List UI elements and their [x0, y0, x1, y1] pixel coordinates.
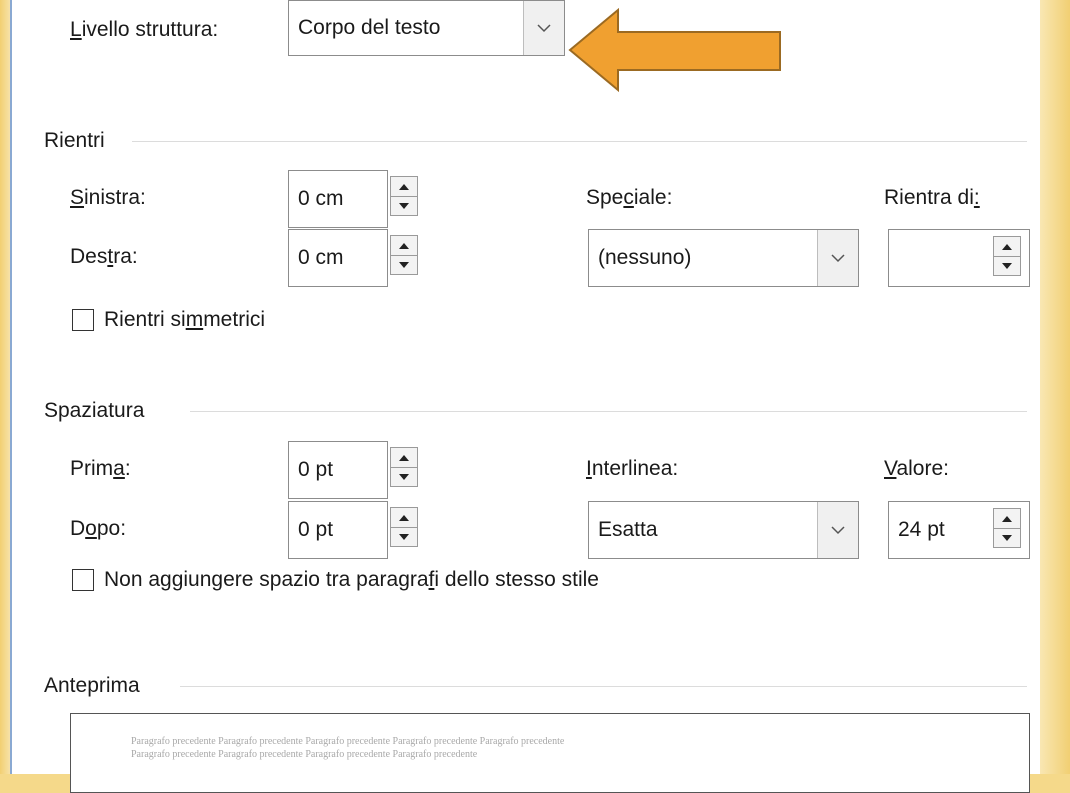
indent-left-input[interactable]: 0 cm — [288, 170, 388, 228]
outline-level-label: Livello struttura: — [70, 18, 219, 41]
spacing-at-input[interactable]: 24 pt — [888, 501, 1030, 559]
preview-line-1: Paragrafo precedente Paragrafo precedent… — [131, 736, 565, 747]
spin-down-icon[interactable] — [994, 256, 1020, 275]
spacing-after-input[interactable]: 0 pt — [288, 501, 388, 559]
spacing-before-label: Prima: — [70, 457, 131, 480]
indent-left-value: 0 cm — [298, 187, 344, 210]
indent-separator — [132, 141, 1027, 142]
spin-up-icon[interactable] — [391, 448, 417, 468]
special-value: (nessuno) — [598, 246, 692, 269]
spacing-separator — [190, 411, 1027, 412]
spacing-after-spinner[interactable] — [390, 507, 418, 547]
spin-down-icon[interactable] — [391, 255, 417, 274]
indent-right-input[interactable]: 0 cm — [288, 229, 388, 287]
spacing-section-title: Spaziatura — [44, 399, 145, 422]
chevron-down-icon — [831, 526, 845, 535]
indent-by-label: Rientra di: — [884, 186, 980, 209]
dont-add-space-checkbox[interactable] — [72, 569, 94, 591]
spin-up-icon[interactable] — [391, 236, 417, 256]
spin-up-icon[interactable] — [994, 509, 1020, 529]
indent-right-label: Destra: — [70, 245, 138, 268]
line-spacing-dropdown[interactable]: Esatta — [588, 501, 859, 559]
indent-section-title: Rientri — [44, 129, 105, 152]
preview-box: Paragrafo precedente Paragrafo precedent… — [70, 713, 1030, 793]
spacing-before-value: 0 pt — [298, 458, 334, 481]
indent-by-input[interactable] — [888, 229, 1030, 287]
mirror-indents-checkbox[interactable] — [72, 309, 94, 331]
indent-right-value: 0 cm — [298, 246, 344, 269]
paragraph-dialog: Livello struttura: Corpo del testo Rient… — [10, 0, 1040, 793]
preview-section-title: Anteprima — [44, 674, 140, 697]
spacing-before-input[interactable]: 0 pt — [288, 441, 388, 499]
line-spacing-value: Esatta — [598, 518, 658, 541]
spacing-after-value: 0 pt — [298, 518, 334, 541]
spacing-at-spinner[interactable] — [993, 508, 1021, 548]
spacing-at-label: Valore: — [884, 457, 949, 480]
indent-left-spinner[interactable] — [390, 176, 418, 216]
indent-right-spinner[interactable] — [390, 235, 418, 275]
spin-down-icon[interactable] — [391, 527, 417, 546]
outline-level-value: Corpo del testo — [298, 16, 441, 39]
spin-up-icon[interactable] — [994, 237, 1020, 257]
dont-add-space-label[interactable]: Non aggiungere spazio tra paragrafi dell… — [104, 567, 599, 593]
spin-down-icon[interactable] — [391, 196, 417, 215]
outline-level-dropdown[interactable]: Corpo del testo — [288, 0, 565, 56]
spacing-after-label: Dopo: — [70, 517, 127, 540]
mirror-indents-label[interactable]: Rientri simmetrici — [104, 307, 265, 333]
spacing-at-value: 24 pt — [898, 518, 945, 541]
background-left — [0, 0, 10, 774]
chevron-down-icon — [537, 24, 551, 33]
line-spacing-dropdown-button[interactable] — [817, 502, 858, 558]
spin-down-icon[interactable] — [391, 467, 417, 486]
arrow-pointer-icon — [568, 8, 781, 93]
preview-line-2: Paragrafo precedente Paragrafo precedent… — [131, 749, 478, 760]
indent-by-spinner[interactable] — [993, 236, 1021, 276]
preview-separator — [180, 686, 1027, 687]
indent-left-label: Sinistra: — [70, 186, 146, 209]
spin-up-icon[interactable] — [391, 508, 417, 528]
chevron-down-icon — [831, 254, 845, 263]
special-dropdown[interactable]: (nessuno) — [588, 229, 859, 287]
spacing-before-spinner[interactable] — [390, 447, 418, 487]
outline-level-dropdown-button[interactable] — [523, 1, 564, 55]
background-right — [1040, 0, 1070, 774]
special-label: Speciale: — [586, 186, 673, 209]
special-dropdown-button[interactable] — [817, 230, 858, 286]
spin-down-icon[interactable] — [994, 528, 1020, 547]
line-spacing-label: Interlinea: — [586, 457, 679, 480]
spin-up-icon[interactable] — [391, 177, 417, 197]
